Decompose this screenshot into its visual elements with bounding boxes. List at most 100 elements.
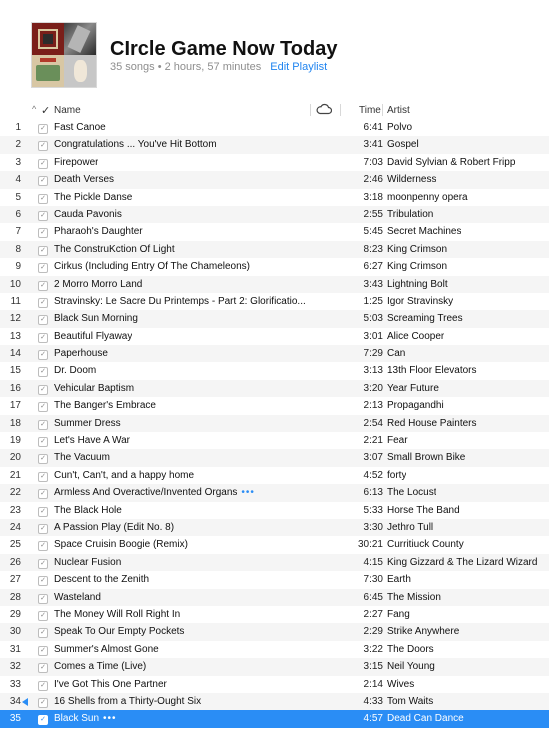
track-number: 1 — [15, 122, 21, 133]
table-row[interactable]: 19 ✓ Let's Have A War 2:21 Fear — [0, 432, 549, 449]
table-row[interactable]: 4 ✓ Death Verses 2:46 Wilderness — [0, 171, 549, 189]
track-name: Fast Canoe — [54, 119, 106, 136]
track-time: 4:15 — [363, 556, 383, 568]
track-checkbox[interactable]: ✓ — [38, 576, 48, 587]
track-checkbox[interactable]: ✓ — [38, 628, 48, 639]
column-header-time[interactable]: Time — [359, 105, 381, 116]
track-checkbox[interactable]: ✓ — [38, 523, 48, 534]
track-checkbox[interactable]: ✓ — [38, 610, 48, 621]
track-checkbox[interactable]: ✓ — [38, 141, 48, 152]
track-checkbox[interactable]: ✓ — [38, 645, 48, 656]
track-name: Vehicular Baptism — [54, 380, 134, 397]
column-header-check[interactable]: ✓ — [41, 104, 50, 117]
table-row[interactable]: 28 ✓ Wasteland 6:45 The Mission — [0, 588, 549, 606]
track-name-text: Speak To Our Empty Pockets — [54, 626, 185, 638]
track-checkbox[interactable]: ✓ — [38, 350, 48, 361]
track-checkbox[interactable]: ✓ — [38, 210, 48, 221]
table-row[interactable]: 32 ✓ Comes a Time (Live) 3:15 Neil Young — [0, 658, 549, 676]
cloud-icon[interactable] — [316, 103, 333, 115]
table-row[interactable]: 3 ✓ Firepower 7:03 David Sylvian & Robert Fr… — [0, 154, 549, 171]
track-checkbox[interactable]: ✓ — [38, 332, 48, 343]
more-options-icon[interactable]: ••• — [103, 713, 117, 724]
track-checkbox[interactable]: ✓ — [38, 715, 48, 726]
track-checkbox[interactable]: ✓ — [38, 263, 48, 274]
table-row[interactable]: 11 ✓ Stravinsky: Le Sacre Du Printemps - P… — [0, 293, 549, 310]
playlist-artwork[interactable] — [32, 23, 96, 87]
track-checkbox[interactable]: ✓ — [38, 384, 48, 395]
table-row[interactable]: 17 ✓ The Banger's Embrace 2:13 Propagandhi — [0, 397, 549, 414]
table-row[interactable]: 29 ✓ The Money Will Roll Right In 2:27 Fang — [0, 606, 549, 623]
table-row[interactable]: 6 ✓ Cauda Pavonis 2:55 Tribulation — [0, 205, 549, 224]
table-row[interactable]: 5 ✓ The Pickle Danse 3:18 moonpenny opera — [0, 189, 549, 206]
track-checkbox[interactable]: ✓ — [38, 680, 48, 691]
table-row[interactable]: 12 ✓ Black Sun Morning 5:03 Screaming Trees — [0, 310, 549, 328]
table-row[interactable]: 10 ✓ 2 Morro Morro Land 3:43 Lightning Bolt — [0, 275, 549, 293]
table-row[interactable]: 7 ✓ Pharaoh's Daughter 5:45 Secret Machines — [0, 223, 549, 240]
column-header-artist[interactable]: Artist — [387, 105, 410, 116]
edit-playlist-link[interactable]: Edit Playlist — [270, 61, 327, 73]
track-name: The Pickle Danse — [54, 189, 132, 206]
track-number: 32 — [9, 661, 21, 673]
table-row[interactable]: 18 ✓ Summer Dress 2:54 Red House Painters — [0, 414, 549, 433]
table-row[interactable]: 16 ✓ Vehicular Baptism 3:20 Year Future — [0, 379, 549, 398]
track-name: Paperhouse — [54, 345, 108, 362]
track-checkbox[interactable]: ✓ — [38, 506, 48, 517]
table-row[interactable]: 21 ✓ Cun't, Can't, and a happy home 4:52 for… — [0, 467, 549, 484]
track-checkbox[interactable]: ✓ — [38, 541, 48, 552]
track-number: 22 — [9, 487, 21, 499]
table-row[interactable]: 15 ✓ Dr. Doom 3:13 13th Floor Elevators — [0, 362, 549, 379]
track-checkbox[interactable]: ✓ — [38, 228, 48, 239]
table-row[interactable]: 24 ✓ A Passion Play (Edit No. 8) 3:30 Jethro… — [0, 518, 549, 537]
sort-ascending-icon[interactable]: ^ — [32, 104, 36, 114]
track-checkbox[interactable]: ✓ — [38, 193, 48, 204]
table-row[interactable]: 33 ✓ I've Got This One Partner 2:14 Wives — [0, 676, 549, 693]
table-row[interactable]: 31 ✓ Summer's Almost Gone 3:22 The Doors — [0, 641, 549, 658]
track-checkbox[interactable]: ✓ — [38, 280, 48, 291]
track-artist: The Locust — [387, 487, 437, 499]
track-checkbox[interactable]: ✓ — [38, 489, 48, 500]
track-name-text: Beautiful Flyaway — [54, 330, 133, 342]
track-checkbox[interactable]: ✓ — [38, 558, 48, 569]
track-checkbox[interactable]: ✓ — [38, 158, 48, 169]
track-checkbox[interactable]: ✓ — [38, 419, 48, 430]
track-checkbox[interactable]: ✓ — [38, 593, 48, 604]
more-options-icon[interactable]: ••• — [241, 487, 255, 498]
table-row[interactable]: 34 ✓ 16 Shells from a Thirty-Ought Six 4:33… — [0, 692, 549, 711]
track-name: Nuclear Fusion — [54, 554, 121, 571]
track-name: Dr. Doom — [54, 362, 96, 379]
table-row[interactable]: 25 ✓ Space Cruisin Boogie (Remix) 30:21 Curr… — [0, 536, 549, 553]
track-checkbox[interactable]: ✓ — [38, 402, 48, 413]
table-row[interactable]: 8 ✓ The ConstruKction Of Light 8:23 King Cri… — [0, 240, 549, 259]
track-checkbox[interactable]: ✓ — [38, 176, 48, 187]
track-number: 9 — [15, 261, 21, 273]
table-row[interactable]: 14 ✓ Paperhouse 7:29 Can — [0, 345, 549, 363]
track-checkbox[interactable]: ✓ — [38, 454, 48, 465]
track-checkbox[interactable]: ✓ — [38, 697, 48, 708]
column-divider — [310, 104, 311, 116]
table-row[interactable]: 35 ✓ Black Sun ••• 4:57 Dead Can Dance — [0, 710, 549, 728]
table-row[interactable]: 13 ✓ Beautiful Flyaway 3:01 Alice Cooper — [0, 328, 549, 345]
track-checkbox[interactable]: ✓ — [38, 367, 48, 378]
track-checkbox[interactable]: ✓ — [38, 663, 48, 674]
track-checkbox[interactable]: ✓ — [38, 297, 48, 308]
track-checkbox[interactable]: ✓ — [38, 245, 48, 256]
table-row[interactable]: 27 ✓ Descent to the Zenith 7:30 Earth — [0, 571, 549, 588]
table-row[interactable]: 20 ✓ The Vacuum 3:07 Small Brown Bike — [0, 449, 549, 467]
track-name-text: The ConstruKction Of Light — [54, 243, 175, 255]
column-header-name[interactable]: Name — [54, 105, 81, 116]
track-checkbox[interactable]: ✓ — [38, 437, 48, 448]
table-row[interactable]: 9 ✓ Cirkus (Including Entry Of The Chamele… — [0, 258, 549, 275]
table-row[interactable]: 22 ✓ Armless And Overactive/Invented Organ… — [0, 484, 549, 502]
table-row[interactable]: 26 ✓ Nuclear Fusion 4:15 King Gizzard & The … — [0, 553, 549, 572]
table-row[interactable]: 23 ✓ The Black Hole 5:33 Horse The Band — [0, 502, 549, 519]
track-checkbox[interactable]: ✓ — [38, 315, 48, 326]
track-checkbox[interactable]: ✓ — [38, 124, 48, 134]
track-name-text: The Money Will Roll Right In — [54, 608, 181, 620]
table-row[interactable]: 2 ✓ Congratulations ... You've Hit Bottom 3… — [0, 136, 549, 154]
track-artist: Igor Stravinsky — [387, 295, 454, 307]
track-time: 4:57 — [363, 713, 383, 725]
table-row[interactable]: 1 ✓ Fast Canoe 6:41 Polvo — [0, 119, 549, 136]
table-row[interactable]: 30 ✓ Speak To Our Empty Pockets 2:29 Strike … — [0, 623, 549, 641]
track-time: 7:29 — [363, 348, 383, 360]
track-checkbox[interactable]: ✓ — [38, 471, 48, 482]
